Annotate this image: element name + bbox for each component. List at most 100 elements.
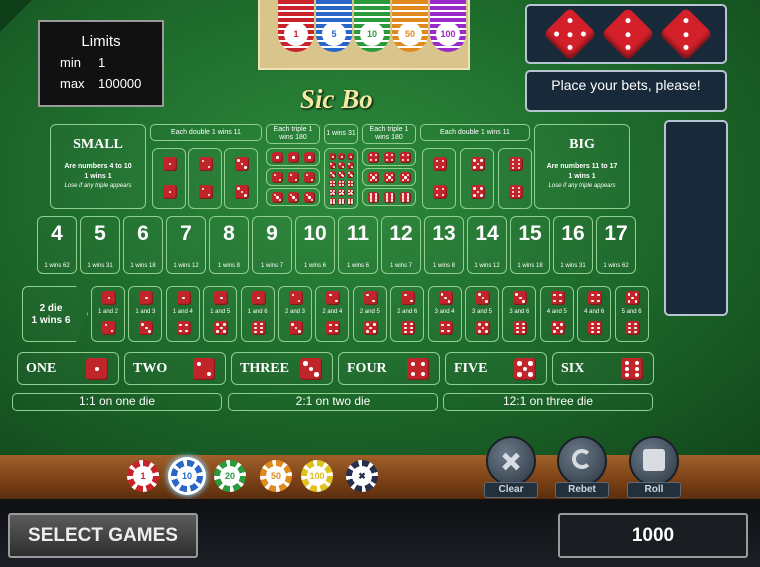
bet-chip[interactable]: 20 <box>214 460 246 492</box>
die-face <box>588 321 603 335</box>
bet-any-triple[interactable] <box>324 148 358 209</box>
bet-double[interactable] <box>498 148 532 209</box>
bet-double[interactable] <box>152 148 186 209</box>
bet-chip[interactable]: 100 <box>301 460 333 492</box>
die-face <box>384 152 395 163</box>
bet-chip[interactable]: 1 <box>127 460 159 492</box>
bet-triple[interactable] <box>362 148 416 166</box>
bet-pair[interactable]: 1 and 2 <box>91 286 125 342</box>
bet-single[interactable]: FOUR <box>338 352 440 385</box>
bet-double[interactable] <box>188 148 222 209</box>
chip-value: 1 <box>133 466 153 486</box>
big-line3: Lose if any triple appears <box>548 183 616 189</box>
die-face <box>176 321 191 335</box>
die-face <box>347 180 354 187</box>
table-corner <box>0 0 32 32</box>
small-title: SMALL <box>73 137 123 152</box>
bet-pair[interactable]: 4 and 5 <box>539 286 574 342</box>
bet-pair[interactable]: 1 and 6 <box>240 286 275 342</box>
total-payout: 1 wins 18 <box>130 263 156 269</box>
bet-pair[interactable]: 3 and 5 <box>465 286 499 342</box>
bet-pair[interactable]: 1 and 4 <box>165 286 200 342</box>
bet-triple[interactable] <box>362 168 416 186</box>
rack-chip: 10 <box>354 0 390 52</box>
bet-pair[interactable]: 2 and 4 <box>315 286 350 342</box>
bet-total[interactable]: 6 1 wins 18 <box>123 216 163 274</box>
bet-total[interactable]: 12 1 wins 7 <box>381 216 421 274</box>
die-face <box>300 358 322 380</box>
bet-big[interactable]: BIG Are numbers 11 to 17 1 wins 1 Lose i… <box>534 124 630 209</box>
bet-total[interactable]: 8 1 wins 8 <box>209 216 249 274</box>
die-face <box>384 172 395 183</box>
die-face <box>338 162 345 169</box>
bet-small[interactable]: SMALL Are numbers 4 to 10 1 wins 1 Lose … <box>50 124 146 209</box>
bet-pair[interactable]: 4 and 6 <box>577 286 612 342</box>
bet-pair[interactable]: 2 and 6 <box>390 286 425 342</box>
single-label: FIVE <box>454 361 488 376</box>
die-face <box>235 157 249 171</box>
roll-button[interactable]: Roll <box>627 436 681 498</box>
total-number: 12 <box>389 222 413 245</box>
bet-total[interactable]: 10 1 wins 6 <box>295 216 335 274</box>
total-payout: 1 wins 31 <box>87 263 113 269</box>
payout-three-die: 12:1 on three die <box>443 393 653 411</box>
die-face <box>347 189 354 196</box>
die-face <box>304 152 315 163</box>
total-payout: 1 wins 62 <box>44 263 70 269</box>
bet-single[interactable]: ONE <box>17 352 119 385</box>
bet-total[interactable]: 14 1 wins 12 <box>467 216 507 274</box>
rebet-label: Rebet <box>555 482 609 498</box>
bet-pair[interactable]: 2 and 3 <box>278 286 312 342</box>
select-games-button[interactable]: SELECT GAMES <box>8 513 198 558</box>
die-face <box>400 192 411 203</box>
rack-chip: 1 <box>278 0 314 52</box>
die-face <box>476 291 490 305</box>
bet-single[interactable]: THREE <box>231 352 333 385</box>
die-face <box>329 153 336 160</box>
dice-result-panel <box>525 4 727 64</box>
die-face <box>550 321 565 335</box>
bet-triple[interactable] <box>266 188 320 206</box>
bet-total[interactable]: 13 1 wins 8 <box>424 216 464 274</box>
bet-total[interactable]: 9 1 wins 7 <box>252 216 292 274</box>
header-triple-right: Each triple 1 wins 180 <box>362 124 416 144</box>
bet-chip[interactable]: ✖ <box>346 460 378 492</box>
bet-total[interactable]: 7 1 wins 12 <box>166 216 206 274</box>
rebet-button[interactable]: Rebet <box>555 436 609 498</box>
bet-pair[interactable]: 2 and 5 <box>352 286 387 342</box>
bet-triple[interactable] <box>266 148 320 166</box>
bet-pair[interactable]: 3 and 4 <box>427 286 462 342</box>
bet-total[interactable]: 16 1 wins 31 <box>553 216 593 274</box>
total-number: 9 <box>266 222 278 245</box>
die-face <box>326 321 341 335</box>
die-face <box>272 172 283 183</box>
single-label: TWO <box>133 361 168 376</box>
bet-chip[interactable]: 10 <box>171 460 203 492</box>
bet-triple[interactable] <box>266 168 320 186</box>
bet-single[interactable]: TWO <box>124 352 226 385</box>
bet-total[interactable]: 5 1 wins 31 <box>80 216 120 274</box>
bet-single[interactable]: FIVE <box>445 352 547 385</box>
bet-total[interactable]: 4 1 wins 62 <box>37 216 77 274</box>
pair-label: 3 and 4 <box>434 309 455 315</box>
bet-total[interactable]: 11 1 wins 6 <box>338 216 378 274</box>
bet-double[interactable] <box>224 148 258 209</box>
payout-one-die: 1:1 on one die <box>12 393 222 411</box>
bet-total[interactable]: 17 1 wins 62 <box>596 216 636 274</box>
bet-double[interactable] <box>422 148 456 209</box>
clear-button[interactable]: Clear <box>484 436 538 498</box>
bet-single[interactable]: SIX <box>552 352 654 385</box>
die-face <box>288 192 299 203</box>
bet-pair[interactable]: 5 and 6 <box>614 286 649 342</box>
bet-pair[interactable]: 1 and 3 <box>128 286 163 342</box>
limits-title: Limits <box>81 33 121 50</box>
bet-pair[interactable]: 3 and 6 <box>502 286 537 342</box>
bet-double[interactable] <box>460 148 494 209</box>
bet-pair[interactable]: 1 and 5 <box>203 286 238 342</box>
total-payout: 1 wins 31 <box>560 263 586 269</box>
two-die-line2: 1 wins 6 <box>31 315 71 326</box>
pair-label: 1 and 3 <box>135 309 156 315</box>
bet-total[interactable]: 15 1 wins 18 <box>510 216 550 274</box>
bet-chip[interactable]: 50 <box>260 460 292 492</box>
bet-triple[interactable] <box>362 188 416 206</box>
